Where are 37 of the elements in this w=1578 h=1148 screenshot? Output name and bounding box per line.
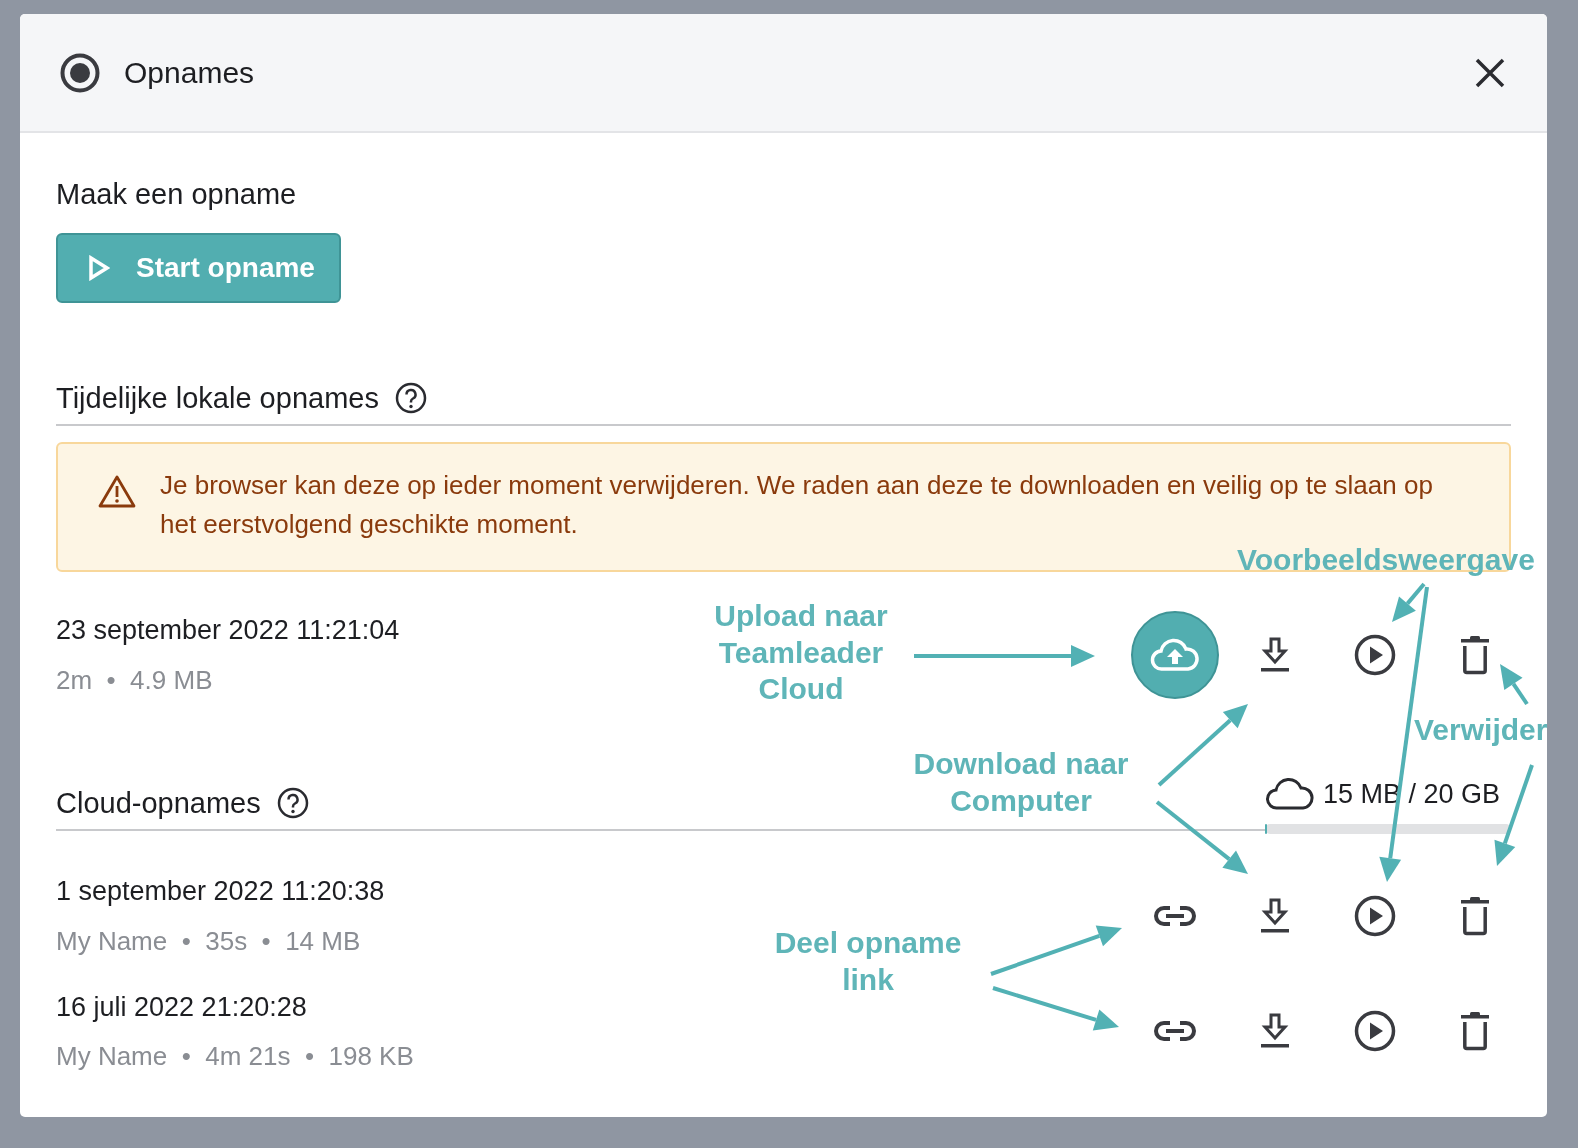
link-button[interactable] xyxy=(1154,1019,1196,1044)
play-button[interactable] xyxy=(1354,633,1396,676)
recording-details: My Name • 4m 21s • 198 KB xyxy=(56,1040,414,1073)
play-button[interactable] xyxy=(1354,1010,1396,1053)
close-button[interactable] xyxy=(1475,57,1505,88)
annotation-label: Download naar Computer xyxy=(912,746,1130,819)
annotation-label: Upload naar Teamleader Cloud xyxy=(713,598,889,708)
play-icon xyxy=(88,254,110,281)
section-heading: Tijdelijke lokale opnames xyxy=(56,380,379,416)
warning-icon xyxy=(98,474,136,508)
recording-details: 2m • 4.9 MB xyxy=(56,663,214,697)
link-button[interactable] xyxy=(1154,903,1196,928)
section-heading: Cloud-opnames xyxy=(56,785,261,821)
help-icon xyxy=(276,787,309,819)
play-button[interactable] xyxy=(1354,894,1396,937)
cloud-icon xyxy=(1265,776,1315,811)
download-icon-button[interactable] xyxy=(1259,897,1291,934)
delete-button[interactable] xyxy=(1460,895,1490,936)
warning-message: Je browser kan deze op ieder moment verwijderen. We raden aan deze te downloaden en veilig op te slaan op het eerstvolgend geschikte moment. xyxy=(160,469,1434,541)
annotation-label: Verwijder xyxy=(1414,712,1548,748)
delete-button[interactable] xyxy=(1460,634,1490,675)
recording-date: 1 september 2022 11:20:38 xyxy=(56,875,385,908)
section-heading: Maak een opname xyxy=(56,177,298,212)
cloud-upload-icon xyxy=(1150,637,1200,672)
start-recording-button[interactable]: Start opname xyxy=(56,232,341,303)
download-icon-button[interactable] xyxy=(1259,636,1291,673)
annotation-arrow xyxy=(1500,664,1529,706)
help-icon xyxy=(394,382,427,414)
download-icon-button[interactable] xyxy=(1259,1013,1291,1050)
recording-date: 23 september 2022 11:21:04 xyxy=(56,614,400,647)
dialog-title: Opnames xyxy=(124,55,255,91)
recording-details: My Name • 35s • 14 MB xyxy=(56,924,362,958)
recording-date: 16 juli 2022 21:20:28 xyxy=(56,990,308,1024)
annotation-label: Voorbeeldsweergave xyxy=(1237,542,1535,578)
delete-button[interactable] xyxy=(1460,1011,1490,1052)
record-icon xyxy=(60,52,100,93)
annotation-label: Deel opname link xyxy=(773,925,963,998)
